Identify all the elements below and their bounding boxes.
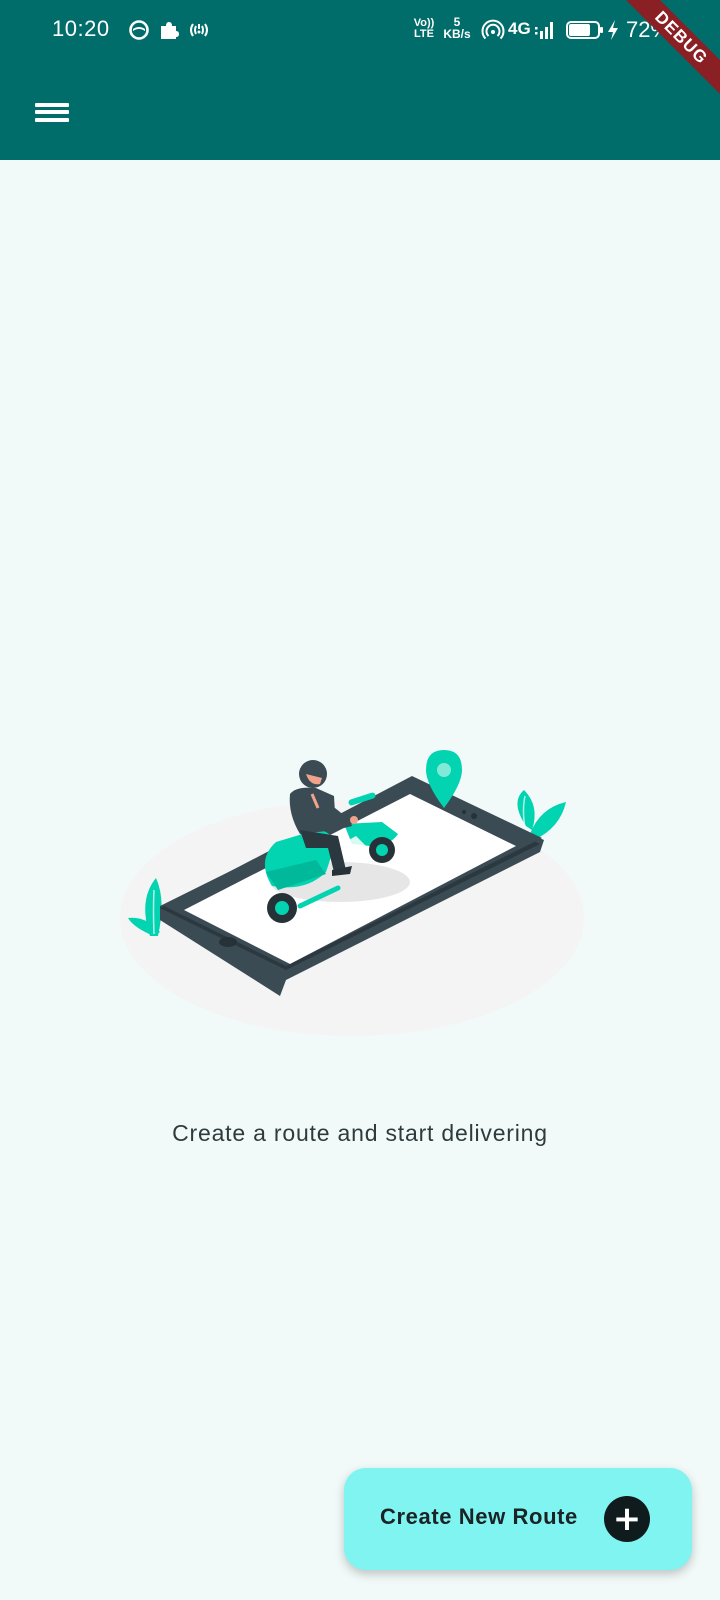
status-time: 10:20: [52, 16, 110, 41]
status-bar: 10:20 Vo)) LTE 5 KB/s 4G 72%: [0, 0, 720, 62]
create-new-route-button[interactable]: Create New Route +: [344, 1468, 692, 1570]
create-new-route-label: Create New Route: [380, 1504, 578, 1529]
hotspot-icon: [481, 19, 505, 40]
net-speed-unit: KB/s: [443, 27, 471, 41]
volte-indicator: Vo)) LTE: [410, 18, 438, 40]
signal-icon: [535, 22, 553, 39]
charging-bolt-icon: [608, 20, 618, 40]
radio-icon: [190, 23, 208, 37]
volte-bottom-label: LTE: [414, 28, 434, 40]
network-type: 4G: [508, 19, 531, 38]
battery-icon: [566, 21, 603, 39]
app-bar: [0, 62, 720, 160]
delivery-scooter-on-phone-illustration: [120, 750, 584, 1036]
hamburger-menu-icon: [35, 99, 69, 125]
menu-button[interactable]: [24, 84, 80, 140]
plus-circle-icon: +: [604, 1496, 650, 1542]
empty-state-message: Create a route and start delivering: [172, 1120, 548, 1146]
puzzle-icon: [161, 22, 179, 39]
battery-percent: 72%: [626, 17, 671, 42]
net-speed: 5 KB/s: [440, 16, 474, 40]
messenger-icon: [129, 20, 149, 40]
